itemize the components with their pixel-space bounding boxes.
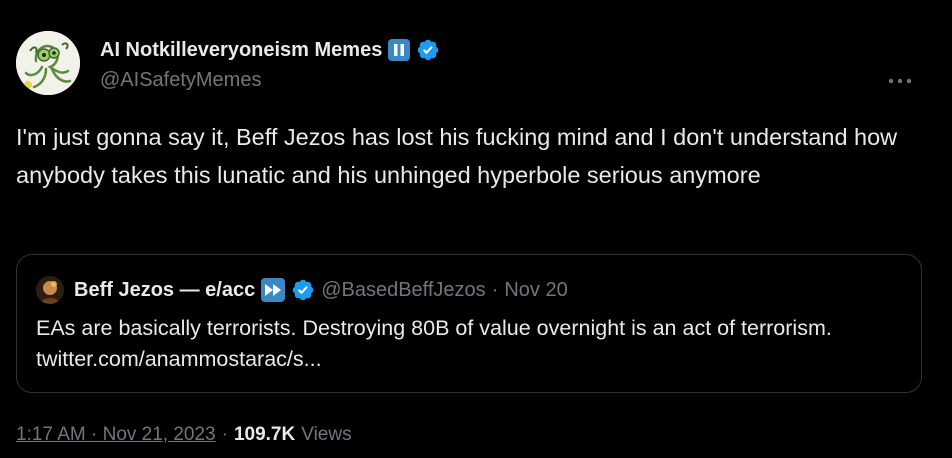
author-avatar[interactable] [16, 31, 80, 95]
quoted-author-handle: @BasedBeffJezos [321, 278, 486, 301]
more-options-icon[interactable] [886, 71, 914, 91]
meta-separator: · [221, 424, 228, 445]
quoted-tweet-card[interactable]: Beff Jezos — e/acc @BasedBeffJezos · Nov… [16, 254, 922, 393]
quoted-date: Nov 20 [504, 278, 568, 301]
quoted-author-display-name: Beff Jezos — e/acc [74, 278, 256, 301]
author-name-row: AI Notkilleveryoneism Memes [100, 35, 440, 65]
verified-icon[interactable] [416, 38, 440, 62]
tweet-timestamp-link[interactable]: 1:17 AM · Nov 21, 2023 [16, 424, 216, 446]
quoted-tweet-header: Beff Jezos — e/acc @BasedBeffJezos · Nov… [36, 275, 568, 305]
views-count: 109.7K [233, 424, 296, 445]
author-display-name[interactable]: AI Notkilleveryoneism Memes [100, 39, 382, 62]
views-label: Views [301, 424, 352, 445]
cartoon-octopus-avatar-icon [16, 31, 80, 95]
tweet-meta: 1:17 AM · Nov 21, 2023 · 109.7K Views [16, 424, 352, 446]
tweet-header: AI Notkilleveryoneism Memes @AISafetyMem… [16, 31, 936, 99]
tweet-text: I'm just gonna say it, Beff Jezos has lo… [16, 124, 898, 188]
quoted-tweet-text: EAs are basically terrorists. Destroying… [36, 316, 832, 371]
tweet-card: AI Notkilleveryoneism Memes @AISafetyMem… [0, 0, 952, 458]
fast-forward-icon [261, 278, 286, 302]
quoted-separator: · [491, 278, 499, 301]
author-handle[interactable]: @AISafetyMemes [100, 69, 261, 92]
quoted-verified-icon [291, 278, 315, 302]
quoted-author-avatar [36, 276, 64, 304]
pause-icon [388, 39, 411, 61]
